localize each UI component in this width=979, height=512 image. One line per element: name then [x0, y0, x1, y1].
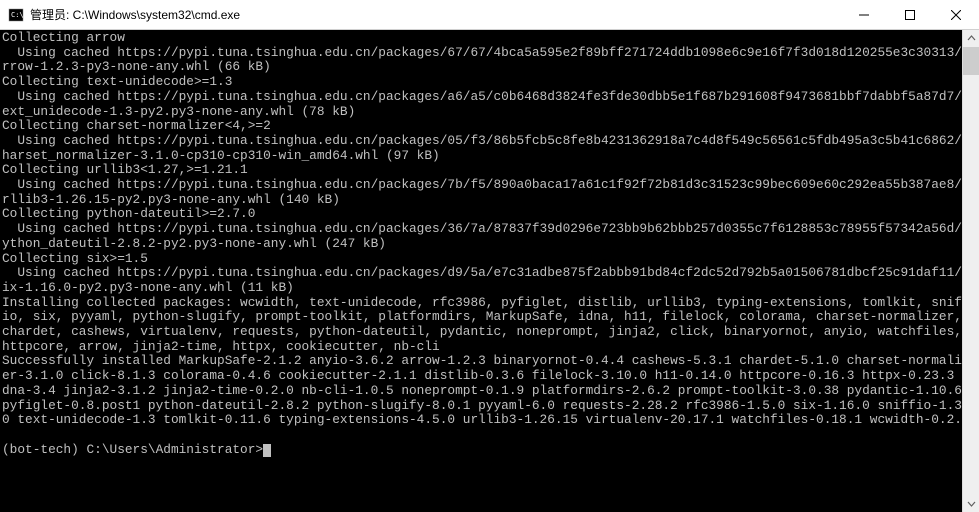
scroll-up-button[interactable]	[963, 30, 979, 47]
cursor	[263, 444, 271, 457]
cmd-icon: C:\	[8, 7, 24, 23]
window-title: 管理员: C:\Windows\system32\cmd.exe	[30, 6, 841, 23]
scroll-track[interactable]	[963, 47, 979, 495]
window-controls	[841, 0, 979, 29]
scroll-down-button[interactable]	[963, 495, 979, 512]
terminal-output[interactable]: Collecting arrow Using cached https://py…	[0, 30, 979, 512]
minimize-button[interactable]	[841, 0, 887, 29]
scroll-thumb[interactable]	[963, 47, 979, 75]
scrollbar[interactable]	[962, 30, 979, 512]
close-button[interactable]	[933, 0, 979, 29]
maximize-button[interactable]	[887, 0, 933, 29]
svg-text:C:\: C:\	[11, 11, 24, 19]
prompt: (bot-tech) C:\Users\Administrator>	[2, 442, 263, 457]
titlebar: C:\ 管理员: C:\Windows\system32\cmd.exe	[0, 0, 979, 30]
